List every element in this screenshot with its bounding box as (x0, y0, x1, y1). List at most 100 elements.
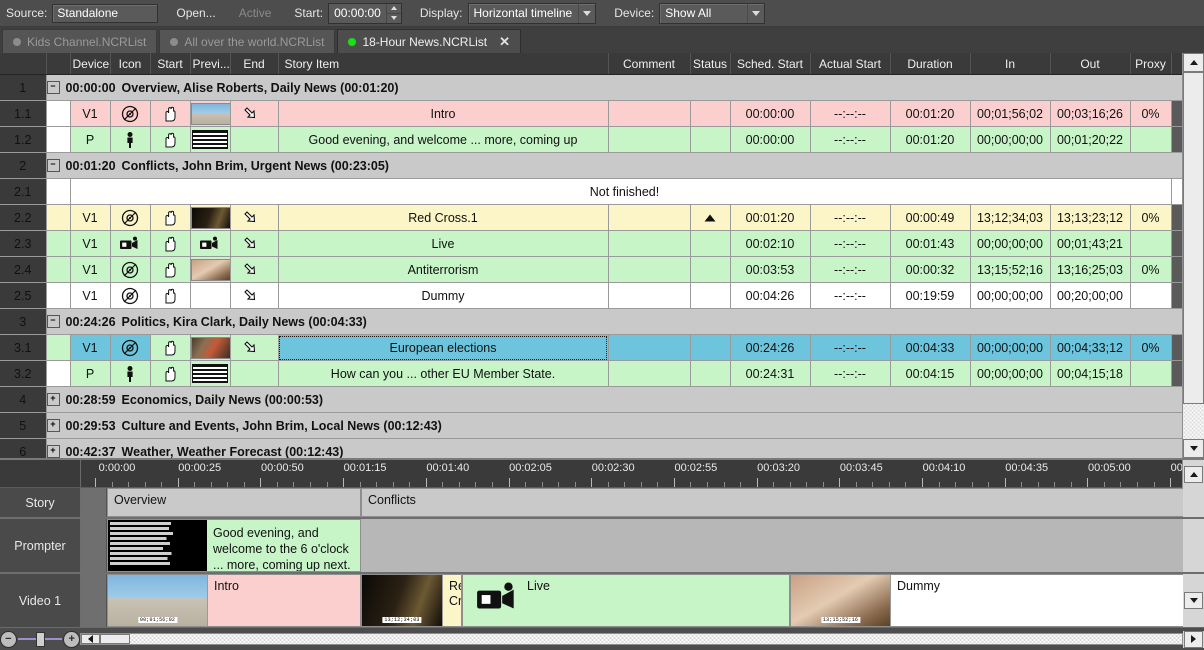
track-body[interactable]: Good evening, and welcome to the 6 o'clo… (107, 519, 1183, 572)
group-time: 00:01:20 (66, 159, 116, 173)
document-tabs: Kids Channel.NCRList All over the world.… (0, 27, 1204, 53)
expand-icon[interactable]: + (47, 393, 60, 406)
cell-proxy: 0% (1130, 257, 1171, 283)
timeline-ruler-row: 0:00:0000:00:2500:00:5000:01:1500:01:400… (0, 460, 1204, 488)
table-row-selected[interactable]: 3.1 V1 European elections (0, 335, 1182, 361)
col-end[interactable]: End (230, 53, 278, 75)
chevron-down-icon[interactable] (578, 4, 595, 23)
cell-proxy: 0% (1130, 101, 1171, 127)
close-icon[interactable]: ✕ (499, 34, 510, 50)
table-row[interactable]: 2.5 V1 Dummy (0, 283, 1182, 309)
clip-intro[interactable]: 00;01;56;02 Intro (107, 574, 361, 627)
col-comment[interactable]: Comment (608, 53, 690, 75)
scroll-up-icon[interactable] (1183, 53, 1204, 72)
open-button[interactable]: Open... (176, 6, 215, 20)
zoom-out-icon[interactable]: − (0, 631, 17, 648)
col-status[interactable]: Status (690, 53, 730, 75)
expand-icon[interactable]: + (47, 445, 60, 458)
chevron-down-icon[interactable] (747, 4, 764, 23)
collapse-icon[interactable]: − (47, 81, 60, 94)
timeline-zoom-slider[interactable]: − + (0, 631, 80, 648)
zoom-slider-track[interactable] (18, 638, 63, 640)
table-row[interactable]: 1.2 P Good evening, and welcome ... more… (0, 127, 1182, 153)
clip-live[interactable]: Live (462, 574, 790, 627)
collapse-icon[interactable]: − (47, 159, 60, 172)
group-header-cell[interactable]: + 00:29:53 Culture and Events, John Brim… (46, 413, 1182, 439)
col-start[interactable]: Start (150, 53, 190, 75)
group-header-cell[interactable]: + 00:28:59 Economics, Daily News (00:00:… (46, 387, 1182, 413)
track-body[interactable]: 00;01;56;02 Intro 13;12;34;03 Red Cross.… (107, 574, 1183, 627)
timeline-scroll-up-button[interactable] (1182, 460, 1204, 488)
table-row[interactable]: 2.2 V1 Red Cross.1 (0, 205, 1182, 231)
table-row[interactable]: 5 + 00:29:53 Culture and Events, John Br… (0, 413, 1182, 439)
table-row[interactable]: 2.4 V1 Antiterrorism (0, 257, 1182, 283)
col-proxy[interactable]: Proxy (1130, 53, 1171, 75)
table-row[interactable]: 4 + 00:28:59 Economics, Daily News (00:0… (0, 387, 1182, 413)
ruler-tick-label: 00:02:30 (592, 462, 635, 474)
clip-overview[interactable]: Overview (107, 488, 361, 517)
clip-conflicts[interactable]: Conflicts (361, 488, 1183, 517)
clip-red-cross[interactable]: 13;12;34;03 Red Cross.1 (361, 574, 462, 627)
col-sched-start[interactable]: Sched. Start (730, 53, 810, 75)
col-duration[interactable]: Duration (890, 53, 970, 75)
table-row[interactable]: 2.3 V1 (0, 231, 1182, 257)
col-icon[interactable]: Icon (110, 53, 150, 75)
col-device[interactable]: Device (70, 53, 110, 75)
ruler-tick-minor (773, 482, 774, 487)
spin-down-icon[interactable] (387, 14, 401, 23)
tab-kids-channel[interactable]: Kids Channel.NCRList (2, 29, 157, 53)
scroll-down-icon[interactable] (1183, 439, 1204, 458)
scrollbar-track[interactable] (1183, 404, 1204, 439)
display-select[interactable]: Horizontal timeline (468, 3, 597, 24)
cell-duration: 00:01:43 (890, 231, 970, 257)
scrollbar-thumb[interactable] (100, 634, 130, 644)
ruler-tick-minor (1120, 482, 1121, 487)
ruler-tick-minor (376, 482, 377, 487)
timeline-ruler[interactable]: 0:00:0000:00:2500:00:5000:01:1500:01:400… (81, 460, 1182, 488)
scroll-right-button[interactable] (1183, 631, 1204, 648)
group-header-cell[interactable]: + 00:42:37 Weather, Weather Forecast (00… (46, 439, 1182, 459)
table-row[interactable]: 2.1 Not finished! (0, 179, 1182, 205)
track-body[interactable]: Overview Conflicts (107, 488, 1183, 517)
scroll-left-icon[interactable] (81, 634, 100, 644)
group-header-cell[interactable]: − 00:00:00 Overview, Alise Roberts, Dail… (46, 75, 1182, 101)
clip-prompter-text[interactable]: Good evening, and welcome to the 6 o'clo… (107, 519, 361, 572)
tab-all-over-the-world[interactable]: All over the world.NCRList (159, 29, 335, 53)
zoom-in-icon[interactable]: + (63, 631, 80, 648)
ruler-tick-minor (1154, 482, 1155, 487)
col-rownum[interactable] (0, 53, 46, 75)
col-preview[interactable]: Previ... (190, 53, 230, 75)
col-actual-start[interactable]: Actual Start (810, 53, 890, 75)
tab-18-hour-news[interactable]: 18-Hour News.NCRList ✕ (337, 29, 521, 53)
table-row[interactable]: 1.1 V1 Intro (0, 101, 1182, 127)
col-out[interactable]: Out (1050, 53, 1130, 75)
table-row[interactable]: 6 + 00:42:37 Weather, Weather Forecast (… (0, 439, 1182, 459)
col-spacer[interactable] (46, 53, 70, 75)
table-row[interactable]: 3.2 P How can you ... other EU Member St… (0, 361, 1182, 387)
cell-status (690, 335, 730, 361)
table-row[interactable]: 1 − 00:00:00 Overview, Alise Roberts, Da… (0, 75, 1182, 101)
expand-icon[interactable]: + (47, 419, 60, 432)
source-input[interactable]: Standalone (52, 4, 158, 23)
ruler-tick-minor (442, 482, 443, 487)
collapse-icon[interactable]: − (47, 315, 60, 328)
table-row[interactable]: 3 − 00:24:26 Politics, Kira Clark, Daily… (0, 309, 1182, 335)
group-header-cell[interactable]: − 00:01:20 Conflicts, John Brim, Urgent … (46, 153, 1182, 179)
group-header-cell[interactable]: − 00:24:26 Politics, Kira Clark, Daily N… (46, 309, 1182, 335)
cell-in: 13;12;34;03 (970, 205, 1050, 231)
start-time-value[interactable]: 00:00:00 (329, 4, 386, 23)
scrollbar-thumb[interactable] (1183, 72, 1204, 404)
table-row[interactable]: 2 − 00:01:20 Conflicts, John Brim, Urgen… (0, 153, 1182, 179)
timeline-horizontal-scrollbar[interactable] (80, 633, 1183, 645)
spin-up-icon[interactable] (387, 4, 401, 14)
zoom-slider-handle[interactable] (36, 632, 45, 647)
col-in[interactable]: In (970, 53, 1050, 75)
timeline-scroll-down-button[interactable] (1183, 574, 1204, 627)
start-time-spin-buttons[interactable] (386, 4, 401, 23)
hand-icon (150, 335, 190, 361)
grid-vertical-scrollbar[interactable] (1182, 53, 1204, 458)
start-time-stepper[interactable]: 00:00:00 (328, 3, 402, 24)
device-select[interactable]: Show All (659, 3, 765, 24)
clip-dummy[interactable]: 13;15;52;16 Dummy (790, 574, 1183, 627)
col-story-item[interactable]: Story Item (278, 53, 608, 75)
